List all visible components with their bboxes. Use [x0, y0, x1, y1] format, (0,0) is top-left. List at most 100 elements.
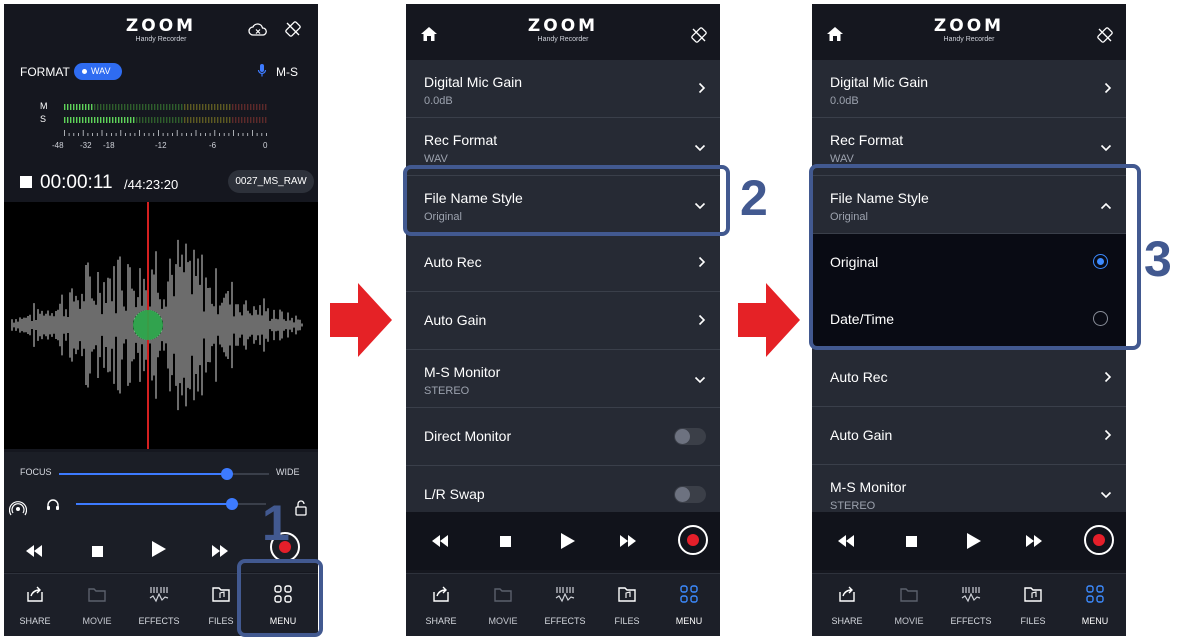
menu-screen: ZOOM Handy Recorder Digital Mic Gain 0.0…	[406, 4, 720, 636]
home-icon[interactable]	[420, 26, 438, 42]
meter-segment	[130, 104, 132, 110]
tab-effects[interactable]: EFFECTS	[534, 574, 596, 636]
meter-tick	[148, 133, 150, 136]
meter-segment	[145, 104, 147, 110]
format-pill[interactable]: WAV	[74, 63, 122, 80]
tab-share[interactable]: SHARE	[816, 574, 878, 636]
effects-icon	[961, 587, 981, 603]
tab-movie[interactable]: MOVIE	[66, 574, 128, 636]
meter-segment	[241, 117, 243, 123]
meter-segment	[148, 104, 150, 110]
tab-menu[interactable]: MENU	[1064, 574, 1126, 636]
play-icon	[967, 533, 981, 549]
tab-files[interactable]: FILES	[596, 574, 658, 636]
step-arrow-1	[330, 283, 392, 357]
meter-segment	[136, 117, 138, 123]
meter-segment	[178, 117, 180, 123]
meter-segment	[244, 117, 246, 123]
meter-segment	[67, 104, 69, 110]
fast-forward-icon	[620, 535, 636, 547]
direct-monitor-toggle[interactable]	[674, 428, 706, 445]
play-button[interactable]	[967, 530, 981, 552]
meter-segment	[82, 117, 84, 123]
setting-digital-mic-gain[interactable]: Digital Mic Gain 0.0dB	[812, 60, 1126, 118]
rotation-lock-icon[interactable]	[1096, 26, 1114, 44]
tab-movie[interactable]: MOVIE	[472, 574, 534, 636]
focus-slider[interactable]	[59, 468, 269, 480]
waveform-display[interactable]	[4, 202, 318, 449]
setting-auto-rec[interactable]: Auto Rec	[406, 234, 720, 292]
focus-label: FOCUS	[20, 467, 52, 477]
unlock-icon[interactable]	[294, 500, 308, 516]
setting-ms-monitor[interactable]: M-S Monitor STEREO	[406, 350, 720, 408]
tab-effects[interactable]: EFFECTS	[940, 574, 1002, 636]
fast-forward-button[interactable]	[620, 530, 636, 552]
setting-value: STEREO	[424, 385, 470, 397]
chevron-down-icon	[1100, 144, 1112, 152]
setting-label: Auto Rec	[424, 254, 482, 270]
fast-forward-button[interactable]	[212, 540, 228, 562]
meter-tick	[252, 130, 253, 136]
waveform	[11, 202, 303, 449]
meter-segment	[265, 104, 267, 110]
mic-mode[interactable]: M-S	[276, 65, 298, 79]
rewind-button[interactable]	[432, 530, 448, 552]
lr-swap-toggle[interactable]	[674, 486, 706, 503]
meter-segment	[73, 117, 75, 123]
record-button[interactable]	[1084, 525, 1114, 555]
focus-slider-knob[interactable]	[221, 468, 233, 480]
meter-tick	[233, 130, 234, 136]
volume-slider-knob[interactable]	[225, 498, 238, 510]
meter-segment	[157, 104, 159, 110]
stop-button[interactable]	[500, 530, 511, 552]
play-button[interactable]	[152, 538, 166, 560]
volume-slider[interactable]	[76, 498, 266, 510]
meter-segment	[118, 117, 120, 123]
setting-auto-gain[interactable]: Auto Gain	[812, 407, 1126, 465]
tab-share[interactable]: SHARE	[410, 574, 472, 636]
tab-effects-label: EFFECTS	[544, 616, 586, 626]
brand-header: ZOOM Handy Recorder	[4, 18, 318, 44]
record-button[interactable]	[678, 525, 708, 555]
meter-segment	[253, 104, 255, 110]
tab-effects[interactable]: EFFECTS	[128, 574, 190, 636]
meter-segment	[220, 104, 222, 110]
rotation-lock-icon[interactable]	[284, 20, 302, 38]
meter-segment	[151, 117, 153, 123]
tab-share[interactable]: SHARE	[4, 574, 66, 636]
setting-direct-monitor[interactable]: Direct Monitor	[406, 408, 720, 466]
stop-button[interactable]	[92, 540, 103, 562]
meter-tick	[82, 130, 84, 136]
meter-segment	[118, 104, 120, 110]
tab-menu[interactable]: MENU	[658, 574, 720, 636]
rewind-button[interactable]	[838, 530, 854, 552]
step-arrow-2	[738, 283, 800, 357]
meter-segment	[217, 117, 219, 123]
monitor-wave-icon[interactable]	[9, 500, 27, 516]
play-button[interactable]	[561, 530, 575, 552]
meter-tick	[190, 133, 192, 136]
stop-square-icon	[20, 176, 32, 188]
meter-segment	[208, 104, 210, 110]
home-icon[interactable]	[826, 26, 844, 42]
stop-button[interactable]	[906, 530, 917, 552]
rewind-button[interactable]	[26, 540, 42, 562]
setting-auto-gain[interactable]: Auto Gain	[406, 292, 720, 350]
cloud-icon[interactable]	[248, 22, 268, 38]
meter-segment	[178, 104, 180, 110]
setting-digital-mic-gain[interactable]: Digital Mic Gain 0.0dB	[406, 60, 720, 118]
fast-forward-button[interactable]	[1026, 530, 1042, 552]
meter-segment	[250, 104, 252, 110]
playhead-marker[interactable]	[133, 310, 163, 340]
rotation-lock-icon[interactable]	[690, 26, 708, 44]
zoom-logo: ZOOM	[933, 16, 1005, 36]
setting-label: Rec Format	[830, 132, 904, 148]
chevron-right-icon	[1104, 371, 1112, 383]
callout-file-name-style	[403, 165, 730, 236]
setting-auto-rec[interactable]: Auto Rec	[812, 349, 1126, 407]
tab-movie[interactable]: MOVIE	[878, 574, 940, 636]
file-name-badge[interactable]: 0027_MS_RAW	[228, 170, 314, 193]
tab-files[interactable]: FILES	[1002, 574, 1064, 636]
meter-segment	[112, 104, 114, 110]
meter-segment	[235, 104, 237, 110]
